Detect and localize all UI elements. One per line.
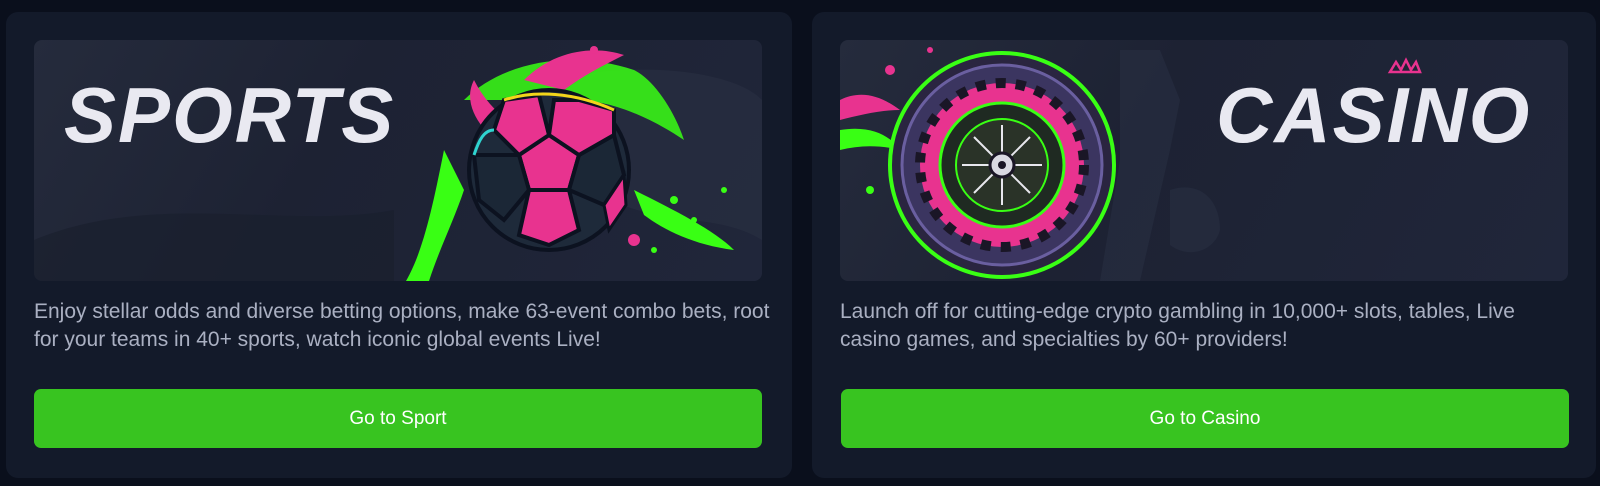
casino-card: CASINO Launch off for cutting-edge crypt…	[812, 12, 1596, 478]
casino-banner[interactable]: CASINO	[840, 40, 1568, 281]
sport-card: SPORTS Enjoy stellar odds and diverse be…	[6, 12, 792, 478]
sport-description: Enjoy stellar odds and diverse betting o…	[34, 300, 770, 351]
sport-banner-title: SPORTS	[64, 71, 396, 159]
casino-banner-title: CASINO	[1216, 71, 1532, 159]
go-to-sport-button[interactable]: Go to Sport	[34, 389, 762, 448]
casino-description: Launch off for cutting-edge crypto gambl…	[840, 300, 1515, 351]
go-to-casino-button[interactable]: Go to Casino	[841, 389, 1569, 448]
sport-banner[interactable]: SPORTS	[34, 40, 762, 281]
